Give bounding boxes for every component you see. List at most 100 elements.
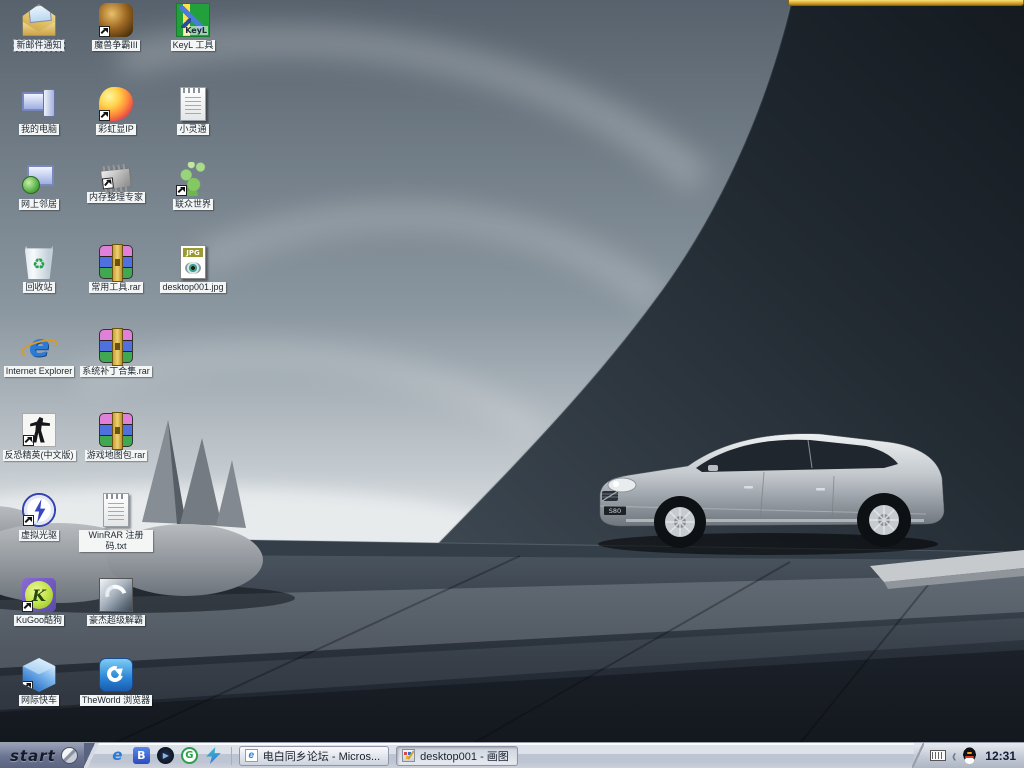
- desktop-icon-my-computer[interactable]: 我的电脑: [2, 87, 76, 140]
- desktop-icon-flashget[interactable]: 网际快车: [2, 658, 76, 711]
- cs-icon: [22, 413, 56, 447]
- desktop-icon-daemon-tools[interactable]: 虚拟光驱: [2, 493, 76, 546]
- note-icon: [103, 493, 129, 527]
- shortcut-arrow-icon: [99, 26, 110, 37]
- start-button-label: start: [10, 747, 56, 765]
- box-icon: [22, 658, 56, 692]
- start-edge-divider: [84, 743, 100, 768]
- icon-label: 网上邻居: [19, 199, 59, 210]
- quick-launch-thunder-icon[interactable]: [205, 747, 222, 764]
- desktop-icon-xiaolingtong[interactable]: 小灵通: [156, 87, 230, 140]
- icon-label: desktop001.jpg: [160, 282, 225, 293]
- desktop-icon-keyl-tool[interactable]: KeyLKeyL 工具: [156, 3, 230, 56]
- desktop-icon-memory-tool[interactable]: 内存整理专家: [79, 162, 153, 208]
- icon-label: 魔兽争霸III: [92, 40, 140, 51]
- tray-collapse-chevron-icon[interactable]: ‹: [952, 746, 956, 764]
- mail-icon: [22, 3, 56, 37]
- icon-label: 我的电脑: [19, 124, 59, 135]
- net-icon: [22, 162, 56, 196]
- qq-messenger-tray-icon[interactable]: [962, 747, 977, 764]
- desktop-icon-desktop001-jpg[interactable]: JPG desktop001.jpg: [156, 245, 230, 298]
- bin-glyph-text: ♻: [25, 245, 53, 279]
- dots-icon: [176, 162, 210, 196]
- desktop-icon-kugoo[interactable]: K KuGoo酷狗: [2, 578, 76, 631]
- jpg-icon: JPG: [180, 245, 206, 279]
- icon-label: 联众世界: [173, 199, 213, 210]
- ie-page-icon: e: [245, 749, 258, 762]
- quick-launch-media-player-icon[interactable]: ▶: [157, 747, 174, 764]
- keyl-glyph-text: KeyL: [184, 26, 208, 35]
- shortcut-arrow-icon: [22, 601, 33, 612]
- rar-icon: [99, 413, 133, 447]
- icon-label: 网际快车: [19, 695, 59, 706]
- quick-launch-green-browser-icon[interactable]: G: [181, 747, 198, 764]
- icon-label: 虚拟光驱: [19, 530, 59, 541]
- quick-launch-app-b-icon[interactable]: B: [133, 747, 150, 764]
- desktop-icon-rar-patches[interactable]: 系统补丁合集.rar: [79, 329, 153, 382]
- desktop-icon-warcraft3[interactable]: 魔兽争霸III: [79, 3, 153, 56]
- swirl-icon: [99, 578, 133, 612]
- desktop-icon-rainbow-ip[interactable]: 彩虹显IP: [79, 87, 153, 140]
- daemon-icon: [22, 493, 56, 527]
- desktop-icon-layer: 新邮件通知 魔兽争霸III KeyLKeyL 工具我的电脑 彩虹显IP 小灵通网上邻居 内…: [0, 0, 1024, 768]
- icon-label: KuGoo酷狗: [14, 615, 64, 626]
- desktop: S80 新邮件通知魔兽争霸IIIKeyLKeyL 工具我的电脑彩虹显IP小灵通网…: [0, 0, 1024, 768]
- desktop-icon-recycle-bin[interactable]: ♻ 回收站: [2, 245, 76, 298]
- rar-icon: [99, 245, 133, 279]
- desktop-icon-lianzhong[interactable]: 联众世界: [156, 162, 230, 215]
- war-icon: [99, 3, 133, 37]
- input-method-keyboard-icon[interactable]: [930, 750, 946, 761]
- taskbar-window-paint[interactable]: desktop001 - 画图: [396, 746, 518, 766]
- pc-icon: [22, 87, 56, 121]
- b-glyph: B: [137, 750, 145, 761]
- system-tray: ‹ 12:31: [914, 743, 1024, 768]
- window-title: desktop001 - 画图: [420, 748, 509, 764]
- window-title: 电白同乡论坛 - Micros...: [263, 748, 380, 764]
- rar-icon: [99, 329, 133, 363]
- taskbar-window-forum[interactable]: e 电白同乡论坛 - Micros...: [239, 746, 389, 766]
- start-button[interactable]: start: [0, 743, 84, 768]
- icon-label: 反恐精英(中文版): [3, 450, 76, 461]
- start-logo-icon: [61, 747, 78, 764]
- shortcut-arrow-icon: [23, 435, 34, 446]
- icon-label: 小灵通: [177, 124, 208, 135]
- desktop-icon-rar-tools[interactable]: 常用工具.rar: [79, 245, 153, 298]
- shortcut-arrow-icon: [99, 110, 110, 121]
- icon-label: TheWorld 浏览器: [80, 695, 152, 706]
- clock[interactable]: 12:31: [985, 749, 1016, 763]
- shortcut-arrow-icon: [102, 177, 114, 189]
- ie-glyph-text: e: [22, 329, 56, 363]
- desktop-icon-herosoft[interactable]: 豪杰超级解霸: [79, 578, 153, 631]
- shortcut-arrow-icon: [22, 681, 33, 692]
- circ-icon: [99, 658, 133, 692]
- desktop-icon-new-mail[interactable]: 新邮件通知: [2, 3, 76, 56]
- kapp-icon: K: [22, 578, 56, 612]
- ie-e-glyph: e: [112, 748, 122, 763]
- icon-label: 豪杰超级解霸: [87, 615, 145, 626]
- icon-label: 回收站: [23, 282, 54, 293]
- icon-label: 新邮件通知: [14, 40, 63, 51]
- quick-launch-bar: e B ▶ G: [100, 747, 232, 765]
- rainbow-icon: [99, 87, 133, 121]
- desktop-icon-network-places[interactable]: 网上邻居: [2, 162, 76, 215]
- icon-label: 内存整理专家: [87, 192, 145, 203]
- chip-icon: [100, 167, 132, 190]
- icon-label: WinRAR 注册码.txt: [79, 530, 153, 552]
- icon-label: Internet Explorer: [4, 366, 75, 377]
- paint-icon: [402, 749, 415, 762]
- desktop-icon-counter-strike[interactable]: 反恐精英(中文版): [2, 413, 76, 466]
- quick-launch-internet-explorer-icon[interactable]: e: [109, 747, 126, 764]
- keyl-icon: KeyL: [176, 3, 210, 37]
- shortcut-arrow-icon: [176, 185, 187, 196]
- desktop-icon-winrar-code-txt[interactable]: WinRAR 注册码.txt: [79, 493, 153, 557]
- jpg-glyph-text: JPG: [183, 248, 203, 257]
- taskbar: start e B ▶ G e 电白同乡论坛 - Micros... deskt…: [0, 742, 1024, 768]
- hidden-window-titlebar[interactable]: [788, 0, 1024, 6]
- icon-label: 游戏地图包.rar: [85, 450, 148, 461]
- desktop-icon-internet-explorer[interactable]: e Internet Explorer: [2, 329, 76, 382]
- ie-icon: e: [22, 329, 56, 363]
- note-icon: [180, 87, 206, 121]
- desktop-icon-rar-maps[interactable]: 游戏地图包.rar: [79, 413, 153, 466]
- icon-label: 彩虹显IP: [96, 124, 136, 135]
- desktop-icon-theworld[interactable]: TheWorld 浏览器: [79, 658, 153, 711]
